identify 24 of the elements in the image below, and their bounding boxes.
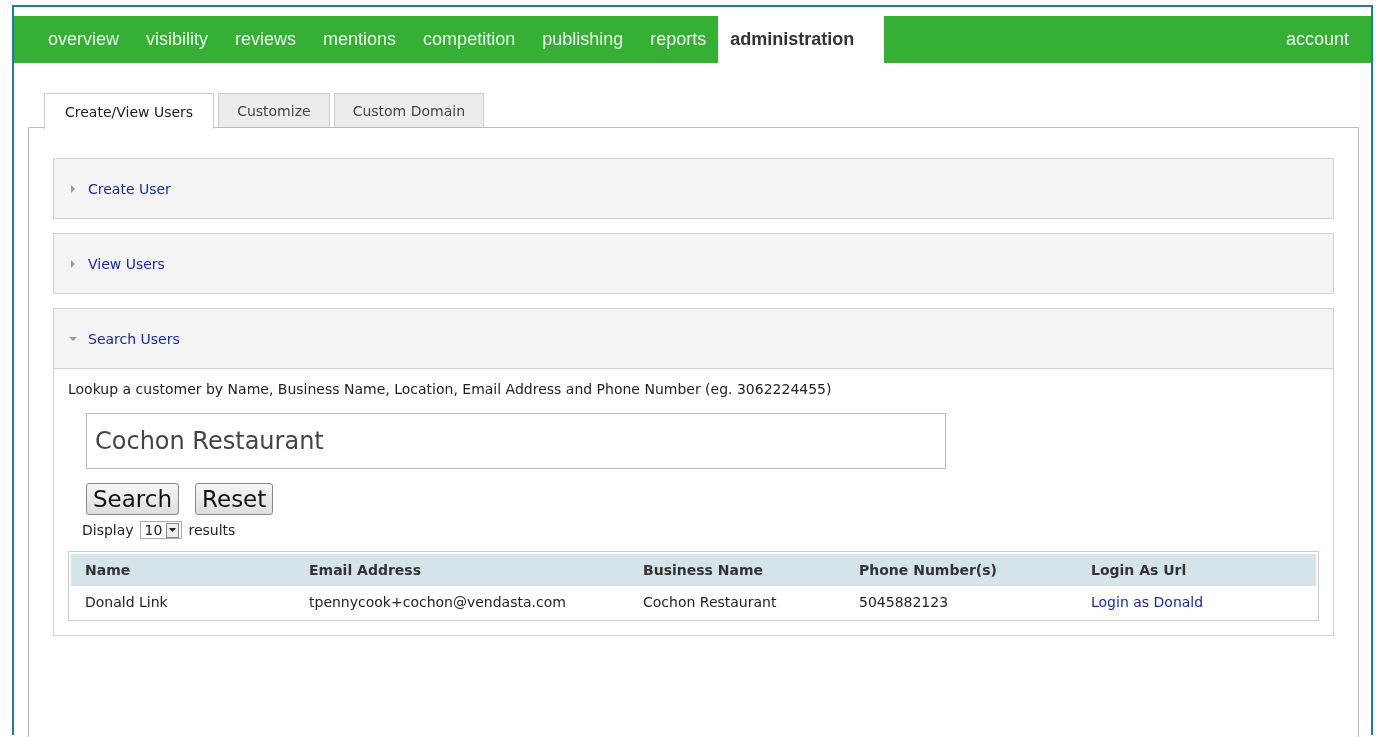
table-cell-text: Cochon Restaurant bbox=[642, 593, 778, 612]
tab[interactable]: Custom Domain bbox=[333, 93, 485, 127]
table-cell-text: tpennycook+cochon@vendasta.com bbox=[308, 593, 567, 612]
page-size-select[interactable]: 10 bbox=[139, 521, 183, 539]
column-header: Name bbox=[84, 561, 132, 580]
section-title[interactable]: Create User bbox=[88, 180, 171, 197]
search-field[interactable]: Cochon Restaurant bbox=[86, 413, 946, 469]
section-title[interactable]: Search Users bbox=[88, 330, 180, 347]
column-header: Business Name bbox=[642, 561, 765, 580]
column-header: Email Address bbox=[308, 561, 422, 580]
column-header: Login As Url bbox=[1090, 561, 1188, 580]
dropdown-icon bbox=[169, 527, 177, 533]
tab[interactable]: Create/View Users bbox=[44, 93, 215, 129]
section-title[interactable]: View Users bbox=[88, 255, 165, 272]
form-button[interactable]: Reset bbox=[195, 483, 274, 515]
column-header: Phone Number(s) bbox=[858, 561, 998, 580]
display-label: Display bbox=[82, 522, 134, 538]
table-cell-text: 5045882123 bbox=[858, 593, 950, 612]
tab[interactable]: Customize bbox=[218, 93, 330, 127]
table-cell-text: Donald Link bbox=[84, 593, 169, 612]
hint-text: Lookup a customer by Name, Business Name, Location, Email Address and Phone Number (eg. 3062224455) bbox=[68, 381, 833, 397]
results-label: results bbox=[188, 522, 236, 538]
login-link[interactable]: Login as Donald bbox=[1091, 594, 1204, 610]
form-button[interactable]: Search bbox=[86, 483, 180, 515]
